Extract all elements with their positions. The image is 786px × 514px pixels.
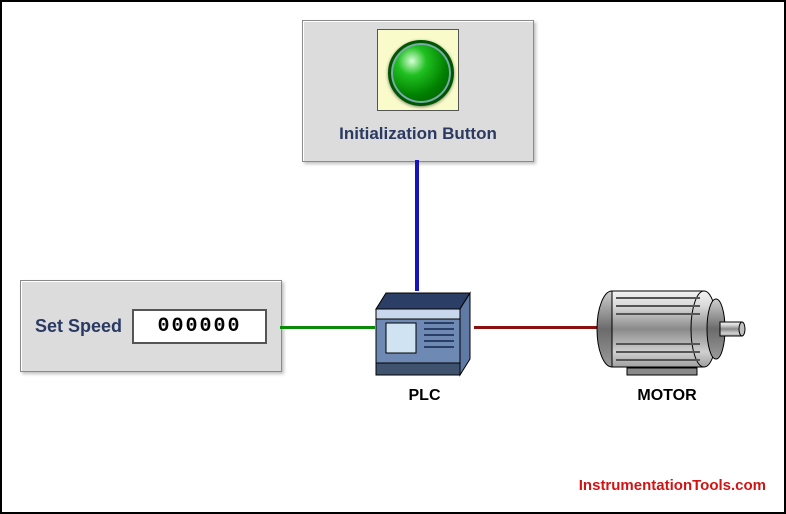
plc-device (372, 287, 477, 377)
motor-icon (592, 274, 752, 384)
set-speed-value[interactable]: 000000 (132, 309, 267, 344)
plc-label: PLC (372, 387, 477, 405)
motor-device (592, 274, 752, 389)
initialization-button[interactable] (388, 40, 454, 106)
initialization-caption: Initialization Button (303, 124, 533, 144)
wire-speed-to-plc (280, 326, 375, 329)
initialization-panel: Initialization Button (302, 20, 534, 162)
motor-label: MOTOR (592, 387, 742, 405)
watermark-text: InstrumentationTools.com (579, 477, 766, 494)
plc-icon (372, 287, 477, 382)
set-speed-label: Set Speed (35, 316, 122, 337)
set-speed-panel: Set Speed 000000 (20, 280, 282, 372)
diagram-stage: Initialization Button Set Speed 000000 (0, 0, 786, 514)
wire-init-to-plc (415, 160, 419, 291)
button-frame (377, 29, 459, 111)
wire-plc-to-motor (474, 326, 599, 329)
